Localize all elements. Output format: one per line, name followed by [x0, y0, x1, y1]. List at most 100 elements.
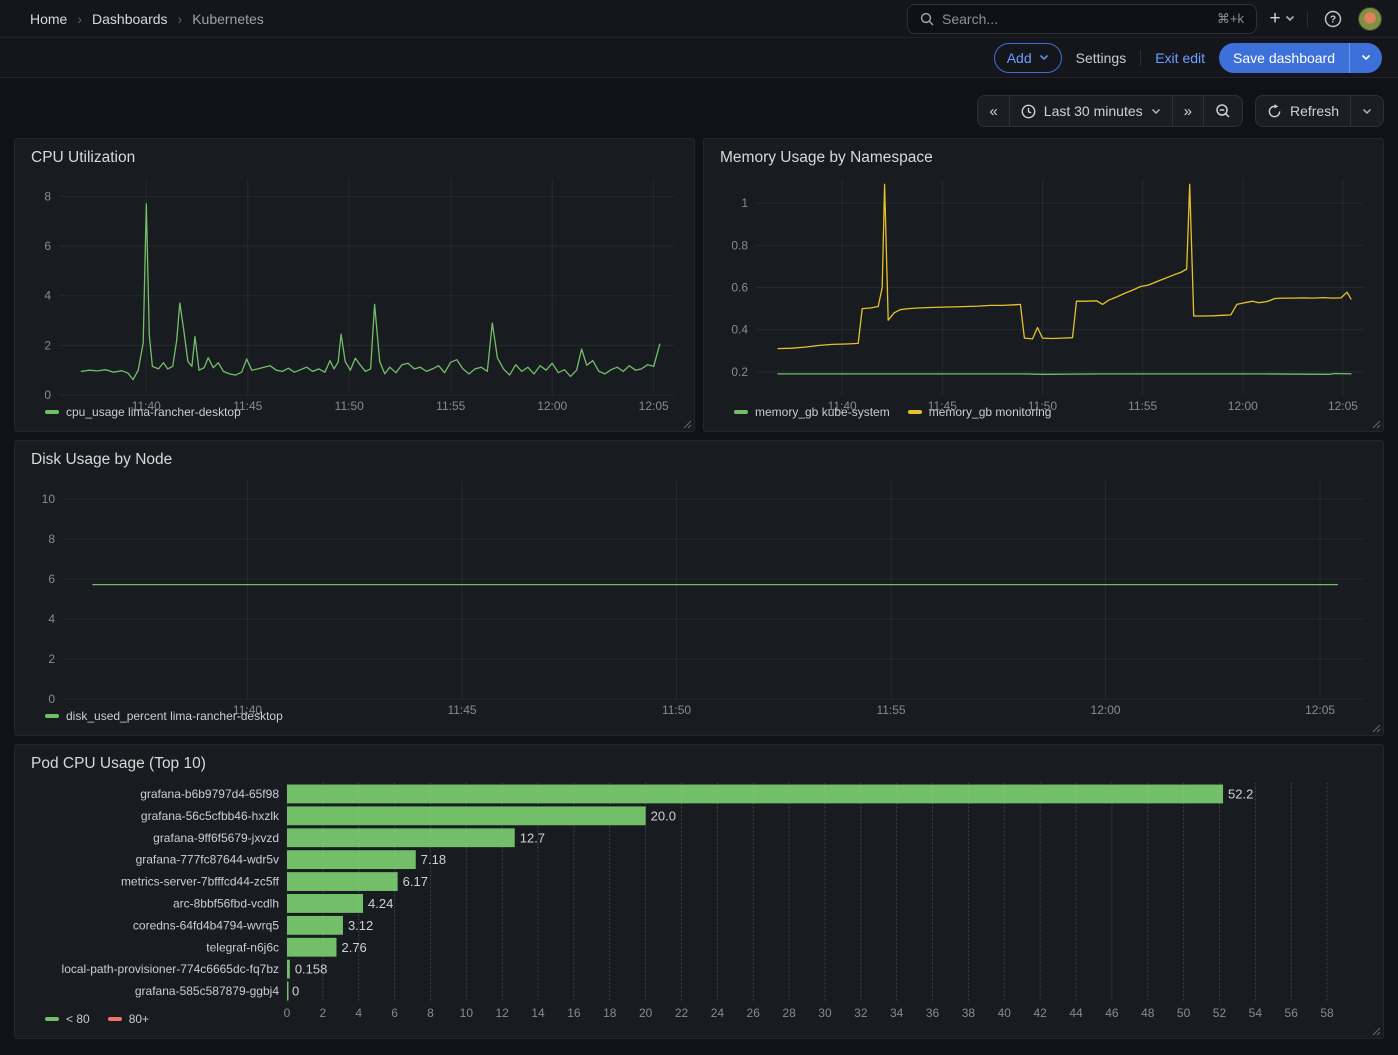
legend-label: memory_gb kube-system — [755, 405, 890, 419]
svg-text:52.2: 52.2 — [1228, 786, 1253, 801]
disk-usage-chart[interactable]: 11:4011:4511:5011:5512:0012:050246810 — [27, 475, 1371, 705]
cpu-utilization-chart[interactable]: 11:4011:4511:5011:5512:0012:0502468 — [27, 173, 682, 401]
svg-text:local-path-provisioner-774c666: local-path-provisioner-774c6665dc-fq7bz — [62, 962, 279, 976]
time-shift-back-button[interactable]: « — [978, 96, 1009, 126]
legend-label: 80+ — [129, 1012, 149, 1026]
edit-toolbar: Add Settings Exit edit Save dashboard — [0, 38, 1398, 78]
panel-title: Disk Usage by Node — [31, 451, 172, 468]
breadcrumb-dashboards[interactable]: Dashboards — [92, 11, 168, 27]
svg-text:grafana-777fc87644-wdr5v: grafana-777fc87644-wdr5v — [136, 853, 279, 867]
legend: < 80 80+ — [27, 1008, 1371, 1034]
chevron-down-icon — [1039, 54, 1049, 61]
legend-label: cpu_usage lima-rancher-desktop — [66, 405, 241, 419]
panel-header[interactable]: Disk Usage by Node — [27, 449, 1371, 475]
clock-icon — [1021, 104, 1036, 119]
svg-text:0.4: 0.4 — [731, 323, 748, 337]
refresh-label: Refresh — [1290, 103, 1339, 119]
top-nav: Home › Dashboards › Kubernetes Search...… — [0, 0, 1398, 38]
svg-text:grafana-9ff6f5679-jxvzd: grafana-9ff6f5679-jxvzd — [153, 831, 279, 845]
resize-handle[interactable] — [682, 419, 692, 429]
legend: cpu_usage lima-rancher-desktop — [27, 401, 682, 427]
svg-text:4: 4 — [44, 289, 51, 303]
legend-swatch — [45, 1017, 59, 1021]
legend: disk_used_percent lima-rancher-desktop — [27, 705, 1371, 731]
memory-usage-chart[interactable]: 11:4011:4511:5011:5512:0012:050.20.40.60… — [716, 173, 1371, 401]
panel-header[interactable]: Memory Usage by Namespace — [716, 147, 1371, 173]
new-menu-button[interactable]: + — [1267, 4, 1297, 34]
save-dashboard-split-button: Save dashboard — [1219, 43, 1382, 73]
svg-text:4.24: 4.24 — [368, 896, 393, 911]
panel-disk-usage: Disk Usage by Node 11:4011:4511:5011:551… — [14, 440, 1384, 736]
legend-item[interactable]: 80+ — [108, 1012, 149, 1026]
legend-swatch — [908, 410, 922, 414]
svg-text:0.6: 0.6 — [731, 281, 748, 295]
breadcrumb-home[interactable]: Home — [30, 11, 67, 27]
save-dashboard-options-button[interactable] — [1349, 43, 1382, 73]
pod-cpu-usage-chart[interactable]: 0246810121416182022242628303234363840424… — [27, 779, 1371, 1008]
legend-item[interactable]: cpu_usage lima-rancher-desktop — [45, 405, 241, 419]
svg-text:0: 0 — [292, 984, 299, 999]
time-controls: « Last 30 minutes » — [14, 95, 1384, 127]
refresh-interval-button[interactable] — [1351, 96, 1383, 126]
exit-edit-button[interactable]: Exit edit — [1155, 50, 1205, 66]
panel-pod-cpu-usage: Pod CPU Usage (Top 10) 02468101214161820… — [14, 744, 1384, 1039]
panel-header[interactable]: Pod CPU Usage (Top 10) — [27, 753, 1371, 779]
svg-text:0.2: 0.2 — [731, 365, 748, 379]
zoom-out-time-button[interactable] — [1204, 96, 1242, 126]
help-button[interactable]: ? — [1318, 4, 1348, 34]
svg-text:8: 8 — [48, 532, 55, 546]
time-range-label: Last 30 minutes — [1044, 103, 1143, 119]
svg-text:1: 1 — [741, 196, 748, 210]
refresh-icon — [1267, 104, 1282, 119]
time-shift-forward-button[interactable]: » — [1173, 96, 1204, 126]
svg-text:coredns-64fd4b4794-wvrq5: coredns-64fd4b4794-wvrq5 — [133, 918, 279, 932]
svg-text:6: 6 — [48, 572, 55, 586]
svg-text:6: 6 — [44, 239, 51, 253]
legend-item[interactable]: disk_used_percent lima-rancher-desktop — [45, 709, 283, 723]
svg-text:metrics-server-7bfffcd44-zc5ff: metrics-server-7bfffcd44-zc5ff — [121, 875, 280, 889]
svg-text:0.8: 0.8 — [731, 238, 748, 252]
panel-header[interactable]: CPU Utilization — [27, 147, 682, 173]
dashboard-grid: CPU Utilization 11:4011:4511:5011:5512:0… — [0, 138, 1398, 1039]
add-button-label: Add — [1007, 50, 1032, 66]
zoom-out-icon — [1215, 103, 1231, 119]
add-button[interactable]: Add — [994, 43, 1062, 73]
resize-handle[interactable] — [1371, 419, 1381, 429]
breadcrumb-current: Kubernetes — [192, 11, 264, 27]
legend-item[interactable]: memory_gb monitoring — [908, 405, 1052, 419]
svg-text:grafana-56c5cfbb46-hxzlk: grafana-56c5cfbb46-hxzlk — [141, 809, 280, 823]
resize-handle[interactable] — [1371, 723, 1381, 733]
search-input[interactable]: Search... ⌘+k — [907, 4, 1257, 34]
legend-label: < 80 — [66, 1012, 90, 1026]
chevron-down-icon — [1151, 108, 1161, 115]
search-shortcut: ⌘+k — [1217, 11, 1244, 27]
svg-text:10: 10 — [42, 492, 56, 506]
avatar[interactable] — [1358, 7, 1382, 31]
help-icon: ? — [1324, 10, 1342, 28]
panel-title: Memory Usage by Namespace — [720, 149, 933, 166]
chevron-down-icon — [1361, 54, 1371, 61]
legend-item[interactable]: < 80 — [45, 1012, 90, 1026]
legend-swatch — [45, 410, 59, 414]
legend-swatch — [45, 714, 59, 718]
settings-button[interactable]: Settings — [1076, 50, 1127, 66]
svg-text:?: ? — [1330, 14, 1336, 25]
save-dashboard-button[interactable]: Save dashboard — [1219, 43, 1349, 73]
refresh-button[interactable]: Refresh — [1256, 96, 1351, 126]
svg-text:6.17: 6.17 — [403, 874, 428, 889]
nav-divider — [1307, 11, 1308, 27]
svg-text:8: 8 — [44, 189, 51, 203]
angle-double-left-icon: « — [989, 103, 997, 120]
toolbar-divider — [1140, 50, 1141, 66]
angle-double-right-icon: » — [1184, 103, 1192, 120]
search-icon — [920, 12, 934, 26]
panel-title: CPU Utilization — [31, 149, 135, 166]
resize-handle[interactable] — [1371, 1026, 1381, 1036]
time-range-picker-button[interactable]: Last 30 minutes — [1010, 96, 1173, 126]
svg-text:2.76: 2.76 — [341, 940, 366, 955]
breadcrumb-separator-icon: › — [77, 11, 82, 27]
legend-item[interactable]: memory_gb kube-system — [734, 405, 890, 419]
panel-memory-usage: Memory Usage by Namespace 11:4011:4511:5… — [703, 138, 1384, 432]
svg-text:0: 0 — [44, 388, 51, 402]
legend-swatch — [734, 410, 748, 414]
